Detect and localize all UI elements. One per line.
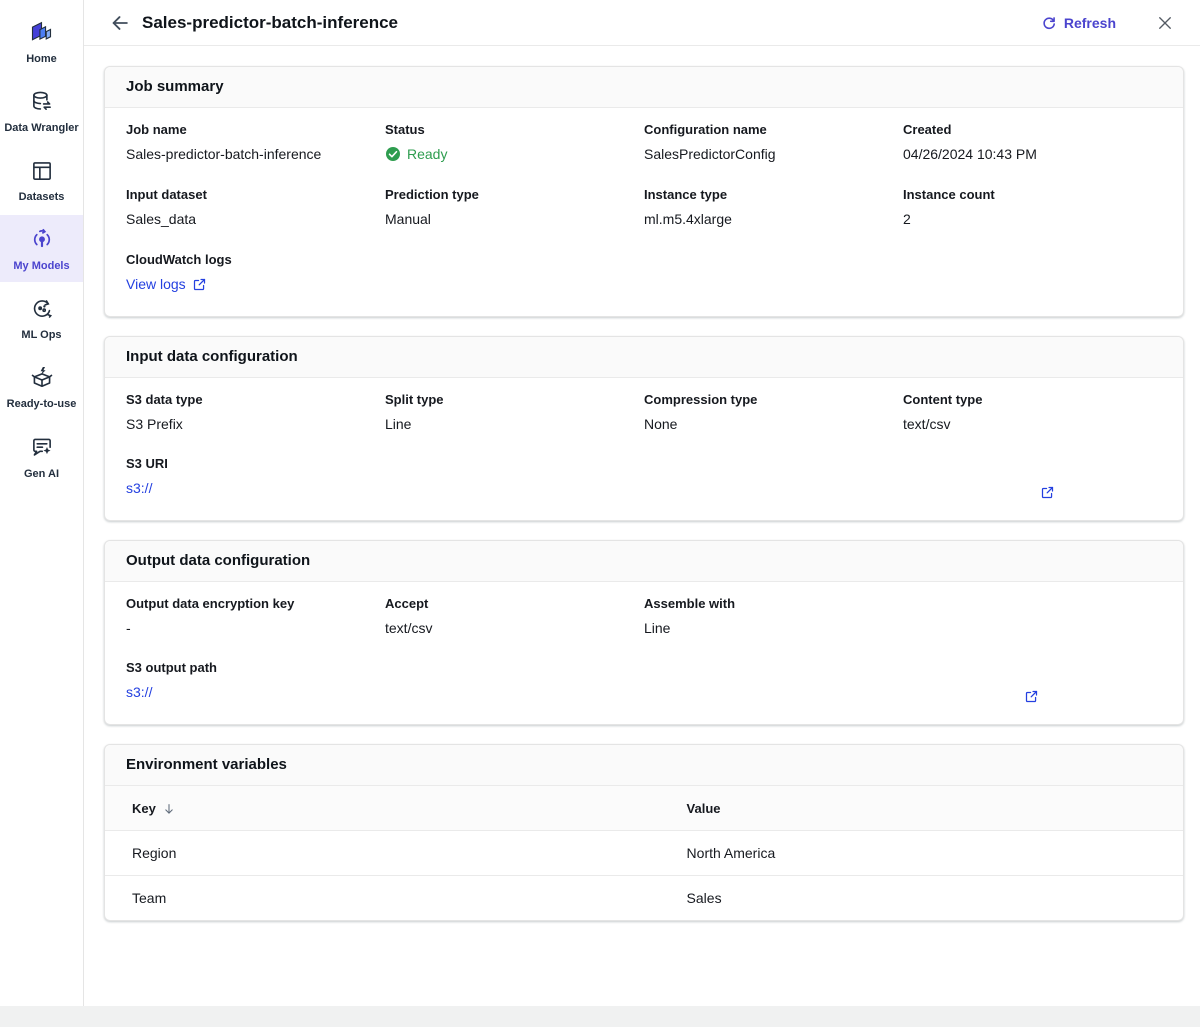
field-created: Created 04/26/2024 10:43 PM: [903, 122, 1162, 162]
sidebar-item-datasets[interactable]: Datasets: [0, 146, 83, 213]
card-title: Environment variables: [126, 756, 287, 773]
card-title: Input data configuration: [126, 348, 298, 365]
view-logs-link[interactable]: View logs: [126, 276, 207, 292]
sidebar-item-home[interactable]: Home: [0, 8, 83, 75]
field-job-name: Job name Sales-predictor-batch-inference: [126, 122, 385, 162]
env-key: Team: [105, 876, 666, 920]
sidebar-item-label: Gen AI: [24, 468, 59, 480]
field-compression-type: Compression type None: [644, 392, 903, 432]
field-accept: Accept text/csv: [385, 596, 644, 636]
job-summary-card: Job summary Job name Sales-predictor-bat…: [104, 66, 1184, 317]
field-content-type: Content type text/csv: [903, 392, 1162, 432]
status-badge: Ready: [385, 146, 644, 162]
env-value: North America: [666, 831, 1183, 875]
card-title: Job summary: [126, 78, 224, 95]
field-cloudwatch-logs: CloudWatch logs View logs: [126, 252, 385, 294]
sidebar-item-my-models[interactable]: My Models: [0, 215, 83, 282]
field-prediction-type: Prediction type Manual: [385, 187, 644, 227]
sidebar-item-label: ML Ops: [21, 329, 61, 341]
table-header-row: Key Value: [105, 786, 1183, 831]
page-background: [0, 1006, 1200, 1027]
sort-descending-icon[interactable]: [162, 802, 176, 816]
app-window: Home Data Wrangler: [0, 0, 1200, 1006]
canvas-logo-icon: [28, 19, 55, 46]
sidebar-item-label: Home: [26, 53, 57, 65]
field-instance-type: Instance type ml.m5.4xlarge: [644, 187, 903, 227]
refresh-icon: [1041, 15, 1057, 31]
table-row[interactable]: Team Sales: [105, 876, 1183, 920]
page-title: Sales-predictor-batch-inference: [142, 13, 398, 33]
gen-ai-icon: [28, 434, 55, 461]
field-configuration-name: Configuration name SalesPredictorConfig: [644, 122, 903, 162]
column-header-value[interactable]: Value: [666, 786, 1183, 830]
field-s3-data-type: S3 data type S3 Prefix: [126, 392, 385, 432]
sidebar-item-label: Datasets: [19, 191, 65, 203]
datasets-icon: [28, 157, 55, 184]
column-header-key[interactable]: Key: [105, 786, 666, 830]
table-row[interactable]: Region North America: [105, 831, 1183, 876]
sidebar: Home Data Wrangler: [0, 0, 84, 1006]
sidebar-item-label: Ready-to-use: [7, 398, 77, 410]
env-key: Region: [105, 831, 666, 875]
sidebar-item-gen-ai[interactable]: Gen AI: [0, 423, 83, 490]
check-circle-icon: [385, 146, 401, 162]
field-s3-uri: S3 URI s3://: [126, 456, 1162, 498]
field-input-dataset: Input dataset Sales_data: [126, 187, 385, 227]
external-link-icon: [192, 277, 207, 292]
sidebar-item-ready-to-use[interactable]: Ready-to-use: [0, 353, 83, 420]
card-title: Output data configuration: [126, 552, 310, 569]
content-area[interactable]: Job summary Job name Sales-predictor-bat…: [84, 46, 1200, 1006]
field-instance-count: Instance count 2: [903, 187, 1162, 227]
s3-uri-link[interactable]: s3://: [126, 480, 152, 496]
env-value: Sales: [666, 876, 1183, 920]
sidebar-item-label: Data Wrangler: [4, 122, 78, 134]
field-split-type: Split type Line: [385, 392, 644, 432]
ready-to-use-icon: [28, 364, 55, 391]
external-link-icon[interactable]: [1024, 689, 1039, 704]
main-panel: Sales-predictor-batch-inference Refresh …: [84, 0, 1200, 1006]
sidebar-item-label: My Models: [13, 260, 69, 272]
back-button[interactable]: [108, 11, 132, 35]
field-status: Status Ready: [385, 122, 644, 162]
close-icon[interactable]: [1154, 12, 1176, 34]
field-assemble-with: Assemble with Line: [644, 596, 903, 636]
field-s3-output-path: S3 output path s3://: [126, 660, 1162, 702]
output-data-configuration-card: Output data configuration Output data en…: [104, 540, 1184, 725]
field-output-data-encryption-key: Output data encryption key -: [126, 596, 385, 636]
sidebar-item-ml-ops[interactable]: ML Ops: [0, 284, 83, 351]
environment-variables-card: Environment variables Key: [104, 744, 1184, 921]
s3-output-path-link[interactable]: s3://: [126, 684, 152, 700]
sidebar-item-data-wrangler[interactable]: Data Wrangler: [0, 77, 83, 144]
input-data-configuration-card: Input data configuration S3 data type S3…: [104, 336, 1184, 521]
external-link-icon[interactable]: [1040, 485, 1055, 500]
page-header: Sales-predictor-batch-inference Refresh: [84, 0, 1200, 46]
data-wrangler-icon: [28, 88, 55, 115]
ml-ops-icon: [28, 295, 55, 322]
refresh-button[interactable]: Refresh: [1041, 15, 1116, 31]
environment-variables-table: Key Value Region N: [105, 786, 1183, 920]
my-models-icon: [28, 226, 55, 253]
